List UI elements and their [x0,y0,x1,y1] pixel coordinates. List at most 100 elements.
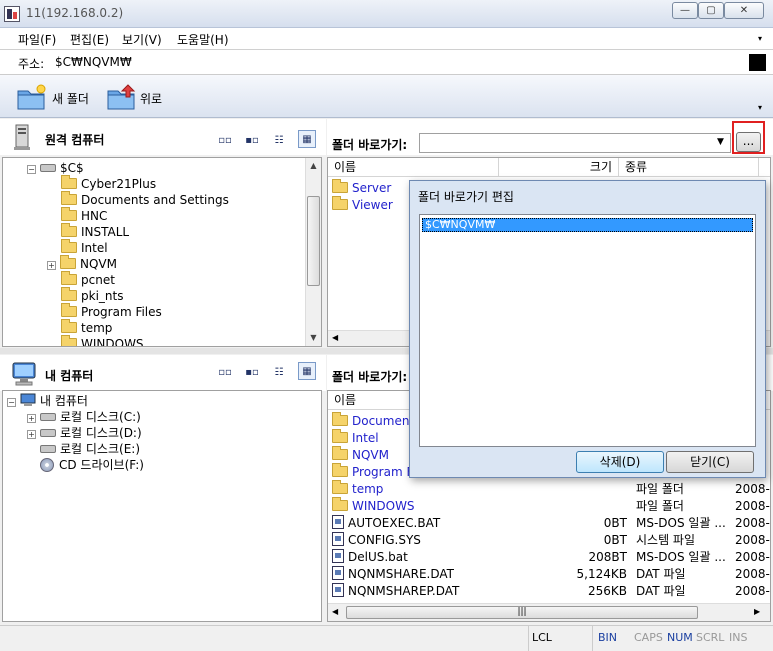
tree-item[interactable]: Documents and Settings [61,191,229,208]
file-size: 256KB [587,584,627,598]
tree-item-label: pcnet [81,273,115,287]
tree-item-label: temp [81,321,113,335]
file-name: WINDOWS [352,499,415,513]
menu-edit[interactable]: 편집(E) [70,31,109,48]
view-large-icons-icon[interactable]: ▫▫ [216,132,234,150]
cd-drive-icon [40,458,54,472]
file-name: AUTOEXEC.BAT [348,516,441,530]
table-row[interactable]: WINDOWS 파일 폴더 2008- [332,497,770,515]
remote-pane-header: 원격 컴퓨터 ▫▫ ▪▫ ☷ ▦ [0,119,326,155]
local-list-hscrollbar[interactable]: ◀ ||| ▶ [328,603,770,621]
tree-item-label: Cyber21Plus [81,177,157,191]
view-details-icon[interactable]: ▦ [298,362,316,380]
table-row[interactable]: NQNMSHAREP.DAT 256KB DAT 파일 2008- [332,583,770,600]
file-name: Intel [352,431,379,445]
tree-item[interactable]: Cyber21Plus [61,175,157,192]
shortcut-listbox[interactable]: $C₩NQVM₩ [419,214,756,447]
tree-item-drive[interactable]: CD 드라이브(F:) [40,457,144,473]
tree-item-drive[interactable]: 로컬 디스크(E:) [40,441,140,457]
expand-icon[interactable]: + [27,430,36,439]
column-name[interactable]: 이름 [328,158,499,176]
view-small-icons-icon[interactable]: ▪▫ [243,132,261,150]
new-folder-button[interactable]: 새 폴더 [16,83,96,111]
tree-item-drive[interactable]: + 로컬 디스크(C:) [27,409,141,425]
delete-button[interactable]: 삭제(D) [576,451,664,473]
address-input[interactable]: $C₩NQVM₩ [55,55,132,69]
scroll-down-icon[interactable]: ▼ [306,330,321,346]
menu-chevron-icon[interactable]: ▾ [758,34,762,43]
tree-item[interactable]: HNC [61,207,108,224]
table-row[interactable]: temp 파일 폴더 2008- [332,480,770,498]
dropdown-arrow-icon[interactable]: ▼ [717,137,724,147]
shortcut-list-item[interactable]: $C₩NQVM₩ [422,218,753,232]
remote-shortcut-select[interactable] [419,133,731,153]
remote-tree-scrollbar[interactable]: ▲ ▼ [305,158,321,346]
collapse-icon[interactable]: − [7,398,16,407]
table-row[interactable]: NQNMSHARE.DAT 5,124KB DAT 파일 2008- [332,566,770,583]
tree-item[interactable]: INSTALL [61,223,129,240]
tree-item-label: 로컬 디스크(C:) [60,410,141,424]
scroll-thumb[interactable] [307,196,320,286]
view-large-icons-icon[interactable]: ▫▫ [216,364,234,382]
tree-root[interactable]: − 내 컴퓨터 [7,393,88,409]
table-row[interactable]: AUTOEXEC.BAT 0BT MS-DOS 일괄 ... 2008- [332,515,770,532]
file-type: DAT 파일 [636,584,686,598]
scroll-left-icon[interactable]: ◀ [332,607,338,616]
close-window-button[interactable]: ✕ [724,2,764,19]
file-icon [332,515,344,529]
view-list-icon[interactable]: ☷ [270,132,288,150]
toolbar-chevron-icon[interactable]: ▾ [758,103,762,112]
tree-item-drive[interactable]: + 로컬 디스크(D:) [27,425,142,441]
tree-root[interactable]: − $C$ [27,160,84,176]
tree-item[interactable]: Program Files [61,303,162,320]
tree-item[interactable]: + NQVM [47,255,117,272]
menu-file[interactable]: 파일(F) [18,31,56,48]
menu-view[interactable]: 보기(V) [122,31,162,48]
scroll-right-icon[interactable]: ▶ [754,607,760,616]
view-list-icon[interactable]: ☷ [270,364,288,382]
app-icon [4,6,20,22]
scroll-thumb[interactable]: ||| [346,606,698,619]
scroll-up-icon[interactable]: ▲ [306,158,321,174]
expand-icon[interactable]: + [47,261,56,270]
tree-item-label: 로컬 디스크(E:) [60,442,141,456]
tree-item[interactable]: Intel [61,239,108,256]
tree-item[interactable]: temp [61,319,113,336]
tree-item-label: NQVM [80,257,117,271]
file-icon [332,583,344,597]
view-details-icon[interactable]: ▦ [298,130,316,148]
remote-shortcut-label: 폴더 바로가기: [332,138,408,152]
remote-pane-title: 원격 컴퓨터 [45,133,105,147]
menu-help[interactable]: 도움말(H) [177,31,229,48]
tree-item[interactable]: WINDOWS [61,335,144,346]
column-size[interactable]: 크기 [499,158,619,176]
collapse-icon[interactable]: − [27,165,36,174]
column-type[interactable]: 종류 [619,158,759,176]
tree-item[interactable]: pki_nts [61,287,123,304]
folder-icon [60,255,76,269]
folder-icon [61,335,77,346]
file-type: DAT 파일 [636,567,686,581]
file-size: 0BT [603,533,627,547]
tree-item[interactable]: pcnet [61,271,115,288]
maximize-button[interactable]: ▢ [698,2,724,19]
browse-shortcut-button[interactable]: ... [736,132,761,152]
status-bin: BIN [598,631,618,644]
folder-icon [61,303,77,317]
folder-icon [61,239,77,253]
scroll-left-icon[interactable]: ◀ [332,333,338,342]
file-name: temp [352,482,384,496]
table-row[interactable]: DelUS.bat 208BT MS-DOS 일괄 ... 2008- [332,549,770,566]
up-button[interactable]: 위로 [106,83,170,111]
view-small-icons-icon[interactable]: ▪▫ [243,364,261,382]
minimize-button[interactable]: — [672,2,698,19]
tree-item-label: HNC [81,209,108,223]
address-go-icon[interactable] [749,54,766,71]
file-name: CONFIG.SYS [348,533,421,547]
folder-icon [61,271,77,285]
table-row[interactable]: CONFIG.SYS 0BT 시스템 파일 2008- [332,532,770,549]
remote-shortcut-bar: 폴더 바로가기: ▼ ... [327,119,773,155]
local-shortcut-label: 폴더 바로가기: [332,370,408,384]
expand-icon[interactable]: + [27,414,36,423]
close-button[interactable]: 닫기(C) [666,451,754,473]
